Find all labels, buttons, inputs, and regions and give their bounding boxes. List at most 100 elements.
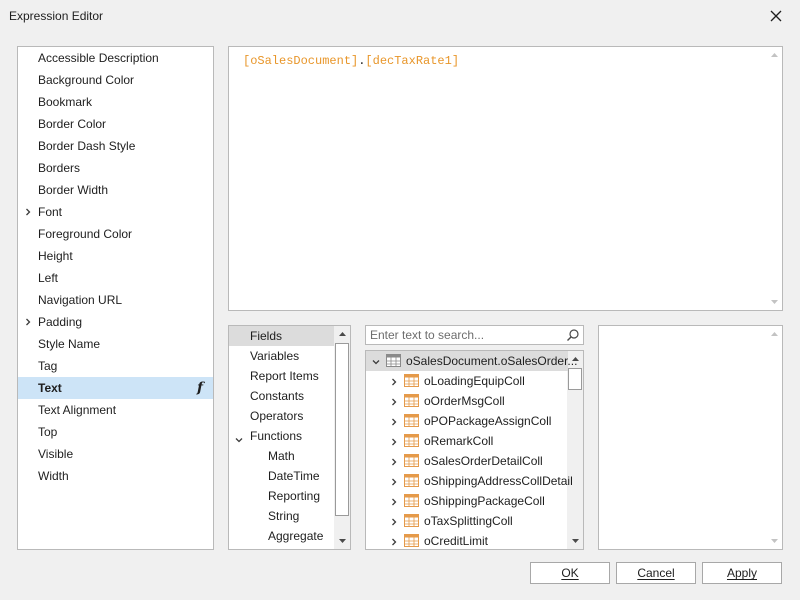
expander[interactable]	[389, 436, 399, 446]
chevron-right-icon[interactable]	[389, 517, 399, 527]
property-item[interactable]: Top	[18, 421, 213, 443]
chevron-right-icon[interactable]	[389, 397, 399, 407]
property-item[interactable]: Left	[18, 267, 213, 289]
field-node[interactable]: oSalesDocument.oSalesOrder...	[366, 351, 577, 371]
category-item[interactable]: DateTime	[229, 466, 334, 486]
field-label: oOrderMsgColl	[424, 394, 505, 408]
scroll-down-icon[interactable]	[567, 533, 583, 549]
category-item[interactable]: Reporting	[229, 486, 334, 506]
search-input[interactable]	[366, 326, 566, 344]
scroll-up-icon[interactable]	[766, 326, 782, 342]
expression-editor[interactable]: [oSalesDocument].[decTaxRate1]	[228, 46, 783, 311]
category-item[interactable]: Math	[229, 446, 334, 466]
category-item[interactable]: Functions	[229, 426, 334, 446]
property-item[interactable]: Width	[18, 465, 213, 487]
field-node[interactable]: oShippingPackageColl	[366, 491, 568, 511]
expander[interactable]	[23, 311, 33, 333]
category-scrollbar[interactable]	[334, 326, 350, 549]
search-icon[interactable]	[566, 328, 580, 342]
close-button[interactable]	[762, 4, 790, 28]
expander[interactable]	[389, 456, 399, 466]
expander[interactable]	[371, 356, 381, 366]
property-item[interactable]: Text Alignment	[18, 399, 213, 421]
expander[interactable]	[389, 376, 399, 386]
field-node[interactable]: oPOPackageAssignColl	[366, 411, 568, 431]
chevron-right-icon[interactable]	[23, 317, 33, 327]
scroll-down-icon[interactable]	[766, 533, 782, 549]
scroll-down-icon[interactable]	[334, 533, 350, 549]
field-node[interactable]: oTaxSplittingColl	[366, 511, 568, 531]
expander[interactable]	[389, 496, 399, 506]
property-item[interactable]: Borders	[18, 157, 213, 179]
expander[interactable]	[389, 536, 399, 546]
property-item[interactable]: Tag	[18, 355, 213, 377]
scroll-thumb[interactable]	[568, 368, 582, 390]
chevron-right-icon[interactable]	[389, 497, 399, 507]
field-node[interactable]: oShippingAddressCollDetail	[366, 471, 573, 491]
property-item[interactable]: Navigation URL	[18, 289, 213, 311]
property-item[interactable]: Height	[18, 245, 213, 267]
category-list[interactable]: Fields Variables Report Items Constants Oper…	[228, 325, 351, 550]
field-node[interactable]: oLoadingEquipColl	[366, 371, 568, 391]
chevron-right-icon[interactable]	[389, 537, 399, 547]
chevron-right-icon[interactable]	[389, 437, 399, 447]
table-icon	[386, 354, 401, 367]
field-node[interactable]: oCreditLimit	[366, 531, 568, 549]
expander[interactable]	[23, 201, 33, 223]
chevron-right-icon[interactable]	[389, 457, 399, 467]
property-label: Foreground Color	[38, 227, 133, 241]
property-item[interactable]: Padding	[18, 311, 213, 333]
property-item[interactable]: Accessible Description	[18, 47, 213, 69]
editor-scrollbar[interactable]	[766, 47, 782, 310]
chevron-down-icon[interactable]	[371, 357, 381, 367]
category-item[interactable]: String	[229, 506, 334, 526]
scroll-up-icon[interactable]	[766, 47, 782, 63]
property-item[interactable]: Background Color	[18, 69, 213, 91]
category-item[interactable]: Fields	[229, 326, 334, 346]
category-item[interactable]: Report Items	[229, 366, 334, 386]
chevron-down-icon[interactable]	[234, 435, 244, 445]
scroll-up-icon[interactable]	[334, 326, 350, 342]
apply-button[interactable]: Apply	[702, 562, 782, 584]
property-item[interactable]: Bookmark	[18, 91, 213, 113]
expander[interactable]	[234, 431, 244, 443]
field-node[interactable]: oOrderMsgColl	[366, 391, 568, 411]
property-item[interactable]: Border Width	[18, 179, 213, 201]
property-item[interactable]: Text f	[18, 377, 213, 399]
chevron-right-icon[interactable]	[389, 477, 399, 487]
expression-text[interactable]: [oSalesDocument].[decTaxRate1]	[243, 54, 459, 68]
scroll-down-icon[interactable]	[766, 294, 782, 310]
property-item[interactable]: Visible	[18, 443, 213, 465]
description-scrollbar[interactable]	[766, 326, 782, 549]
cancel-button[interactable]: Cancel	[616, 562, 696, 584]
property-item[interactable]: Border Color	[18, 113, 213, 135]
field-label: oSalesOrderDetailColl	[424, 454, 543, 468]
property-item[interactable]: Foreground Color	[18, 223, 213, 245]
chevron-right-icon[interactable]	[23, 207, 33, 217]
search-box[interactable]	[365, 325, 584, 345]
property-item[interactable]: Font	[18, 201, 213, 223]
fields-scrollbar[interactable]	[567, 351, 583, 549]
ok-button[interactable]: OK	[530, 562, 610, 584]
property-list[interactable]: Accessible Description Background Color Bo…	[17, 46, 214, 550]
property-item[interactable]: Border Dash Style	[18, 135, 213, 157]
field-node[interactable]: oSalesOrderDetailColl	[366, 451, 568, 471]
chevron-right-icon[interactable]	[389, 377, 399, 387]
expander[interactable]	[389, 516, 399, 526]
category-item[interactable]: Aggregate	[229, 526, 334, 546]
table-icon	[404, 414, 419, 427]
property-label: Border Dash Style	[38, 139, 136, 153]
expander[interactable]	[389, 416, 399, 426]
scroll-thumb[interactable]	[335, 343, 349, 516]
category-item[interactable]: Operators	[229, 406, 334, 426]
table-icon	[404, 454, 419, 467]
ok-button-label: OK	[561, 566, 579, 580]
expander[interactable]	[389, 476, 399, 486]
property-item[interactable]: Style Name	[18, 333, 213, 355]
category-item[interactable]: Variables	[229, 346, 334, 366]
category-item[interactable]: Constants	[229, 386, 334, 406]
fields-tree[interactable]: oSalesDocument.oSalesOrder... oLoadingEqu…	[365, 350, 584, 550]
field-node[interactable]: oRemarkColl	[366, 431, 568, 451]
chevron-right-icon[interactable]	[389, 417, 399, 427]
expander[interactable]	[389, 396, 399, 406]
